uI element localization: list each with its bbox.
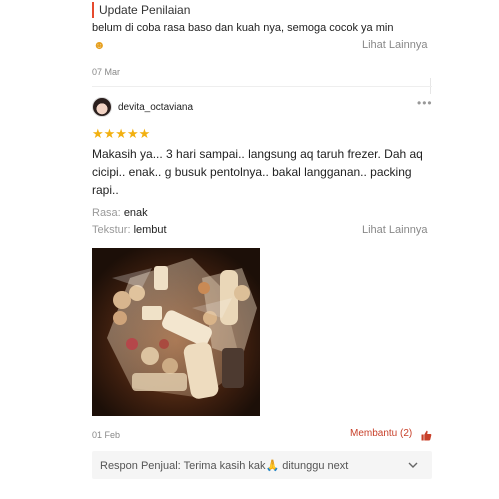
attribute-rasa: Rasa: enak xyxy=(92,207,148,219)
review-divider xyxy=(92,86,432,87)
attribute-value: enak xyxy=(123,207,148,219)
reviewer-username[interactable]: devita_octaviana xyxy=(118,102,193,113)
see-more-link[interactable]: Lihat Lainnya xyxy=(362,224,427,236)
avatar[interactable] xyxy=(92,97,112,117)
previous-review-text: belum di coba rasa baso dan kuah nya, se… xyxy=(92,22,394,34)
thumbs-up-icon[interactable] xyxy=(421,428,432,441)
attribute-label: Rasa: xyxy=(92,207,121,219)
attribute-value: lembut xyxy=(133,224,167,236)
review-photo[interactable] xyxy=(92,248,260,416)
previous-review-date: 07 Mar xyxy=(92,67,121,77)
seller-response-text: Respon Penjual: Terima kasih kak🙏 ditung… xyxy=(100,460,349,472)
more-options-icon[interactable]: ••• xyxy=(417,96,433,110)
attribute-tekstur: Tekstur: lembut xyxy=(92,224,167,236)
star-rating: ★★★★★ xyxy=(92,126,151,141)
chevron-down-icon[interactable] xyxy=(407,458,419,470)
review-text: Makasih ya... 3 hari sampai.. langsung a… xyxy=(92,147,423,197)
update-review-title: Update Penilaian xyxy=(99,3,191,17)
accent-bar xyxy=(92,2,94,18)
attribute-label: Tekstur: xyxy=(92,224,131,236)
smile-emoji-icon: ☻ xyxy=(93,38,106,52)
helpful-button[interactable]: Membantu (2) xyxy=(350,428,412,439)
review-date: 01 Feb xyxy=(92,430,121,440)
see-more-link[interactable]: Lihat Lainnya xyxy=(362,39,427,51)
